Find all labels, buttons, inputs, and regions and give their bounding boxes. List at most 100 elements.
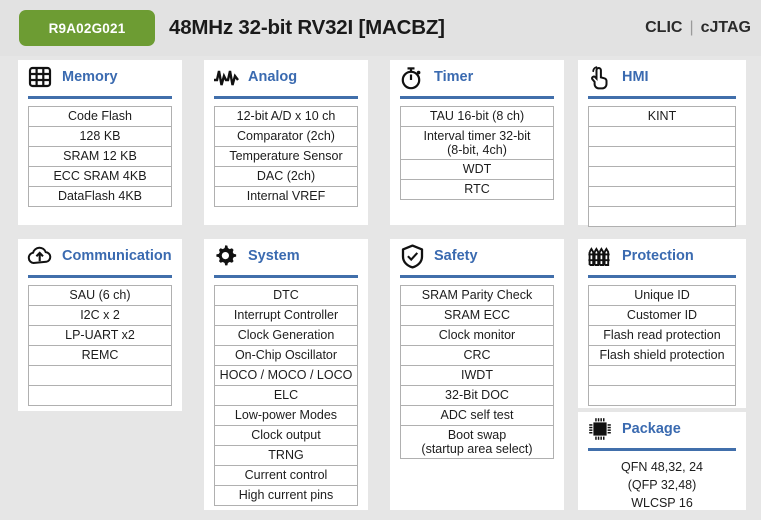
protection-row-3: Flash shield protection: [588, 345, 736, 366]
table-row: Clock monitor: [400, 325, 554, 346]
card-system-title: System: [248, 248, 300, 264]
table-row: Low-power Modes: [214, 405, 358, 426]
shield-check-icon: [399, 243, 425, 269]
gear-icon: [213, 243, 239, 269]
card-analog-title: Analog: [248, 69, 298, 85]
memory-row-0: Code Flash: [28, 106, 172, 127]
memory-row-3: ECC SRAM 4KB: [28, 166, 172, 187]
card-timer-rule: [400, 96, 554, 99]
card-analog[interactable]: Analog 12-bit A/D x 10 ch Comparator (2c…: [204, 60, 368, 225]
card-safety-title: Safety: [434, 248, 478, 264]
timer-spec-table: TAU 16-bit (8 ch) Interval timer 32-bit …: [400, 106, 554, 200]
system-row-9: Current control: [214, 465, 358, 486]
table-row: Code Flash: [28, 106, 172, 127]
feature-cjtag-label: cJTAG: [700, 19, 751, 36]
card-safety-rule: [400, 275, 554, 278]
memory-row-4: DataFlash 4KB: [28, 186, 172, 207]
table-row: Interrupt Controller: [214, 305, 358, 326]
protection-row-4: [588, 365, 736, 386]
fence-icon: [587, 243, 613, 269]
table-row: Clock Generation: [214, 325, 358, 346]
table-row: [588, 385, 736, 406]
card-package[interactable]: Package QFN 48,32, 24 (QFP 32,48) WLCSP …: [578, 412, 746, 510]
grid-icon: [27, 64, 53, 90]
table-row: [588, 186, 736, 207]
system-row-8: TRNG: [214, 445, 358, 466]
protection-row-2: Flash read protection: [588, 325, 736, 346]
card-timer[interactable]: Timer TAU 16-bit (8 ch) Interval timer 3…: [390, 60, 564, 225]
card-memory-rule: [28, 96, 172, 99]
safety-spec-table: SRAM Parity Check SRAM ECC Clock monitor…: [400, 285, 554, 459]
table-row: TRNG: [214, 445, 358, 466]
table-row: HOCO / MOCO / LOCO: [214, 365, 358, 386]
communication-spec-table: SAU (6 ch) I2C x 2 LP-UART x2 REMC: [28, 285, 172, 406]
safety-row-0: SRAM Parity Check: [400, 285, 554, 306]
table-row: Interval timer 32-bit (8-bit, 4ch): [400, 126, 554, 160]
table-row: SRAM Parity Check: [400, 285, 554, 306]
safety-row-7: Boot swap (startup area select): [400, 425, 554, 459]
hmi-row-3: [588, 166, 736, 187]
memory-row-1: 128 KB: [28, 126, 172, 147]
table-row: Current control: [214, 465, 358, 486]
table-row: SRAM 12 KB: [28, 146, 172, 167]
package-line-0: QFN 48,32, 24: [621, 460, 703, 474]
table-row: RTC: [400, 179, 554, 200]
hmi-row-1: [588, 126, 736, 147]
memory-spec-table: Code Flash 128 KB SRAM 12 KB ECC SRAM 4K…: [28, 106, 172, 207]
system-row-1: Interrupt Controller: [214, 305, 358, 326]
card-system-rule: [214, 275, 358, 278]
table-row: Unique ID: [588, 285, 736, 306]
table-row: WDT: [400, 159, 554, 180]
system-row-5: ELC: [214, 385, 358, 406]
card-protection[interactable]: Protection Unique ID Customer ID Flash r…: [578, 239, 746, 408]
table-row: On-Chip Oscillator: [214, 345, 358, 366]
table-row: REMC: [28, 345, 172, 366]
hmi-spec-table: KINT: [588, 106, 736, 227]
table-row: 128 KB: [28, 126, 172, 147]
card-hmi[interactable]: HMI KINT: [578, 60, 746, 227]
table-row: I2C x 2: [28, 305, 172, 326]
card-analog-rule: [214, 96, 358, 99]
table-row: [588, 146, 736, 167]
page-title: 48MHz 32-bit RV32I [MACBZ]: [169, 16, 445, 39]
card-safety[interactable]: Safety SRAM Parity Check SRAM ECC Clock …: [390, 239, 564, 510]
card-timer-header: Timer: [390, 60, 564, 94]
hmi-row-0: KINT: [588, 106, 736, 127]
card-communication[interactable]: Communication SAU (6 ch) I2C x 2 LP-UART…: [18, 239, 182, 411]
table-row: DTC: [214, 285, 358, 306]
table-row: ELC: [214, 385, 358, 406]
communication-row-0: SAU (6 ch): [28, 285, 172, 306]
analog-row-4: Internal VREF: [214, 186, 358, 207]
table-row: CRC: [400, 345, 554, 366]
timer-row-1: Interval timer 32-bit (8-bit, 4ch): [400, 126, 554, 160]
card-system[interactable]: System DTC Interrupt Controller Clock Ge…: [204, 239, 368, 510]
table-row: DAC (2ch): [214, 166, 358, 187]
touch-hand-icon: [587, 64, 613, 90]
header-features: CLIC | cJTAG: [645, 19, 751, 37]
feature-clic-label: CLIC: [645, 19, 683, 36]
communication-row-3: REMC: [28, 345, 172, 366]
waveform-icon: [213, 64, 239, 90]
stopwatch-icon: [399, 64, 425, 90]
card-communication-rule: [28, 275, 172, 278]
protection-row-1: Customer ID: [588, 305, 736, 326]
system-row-4: HOCO / MOCO / LOCO: [214, 365, 358, 386]
protection-row-0: Unique ID: [588, 285, 736, 306]
card-analog-header: Analog: [204, 60, 368, 94]
table-row: [28, 365, 172, 386]
table-row: LP-UART x2: [28, 325, 172, 346]
card-safety-header: Safety: [390, 239, 564, 273]
protection-spec-table: Unique ID Customer ID Flash read protect…: [588, 285, 736, 406]
card-hmi-rule: [588, 96, 736, 99]
card-memory-header: Memory: [18, 60, 182, 94]
package-line-1: (QFP 32,48): [627, 477, 697, 492]
system-row-0: DTC: [214, 285, 358, 306]
table-row: KINT: [588, 106, 736, 127]
hmi-row-2: [588, 146, 736, 167]
package-line-2: WLCSP 16: [631, 495, 693, 510]
table-row: Comparator (2ch): [214, 126, 358, 147]
table-row: Clock output: [214, 425, 358, 446]
table-row: ECC SRAM 4KB: [28, 166, 172, 187]
card-memory[interactable]: Memory Code Flash 128 KB SRAM 12 KB ECC …: [18, 60, 182, 225]
card-package-header: Package: [578, 412, 746, 446]
